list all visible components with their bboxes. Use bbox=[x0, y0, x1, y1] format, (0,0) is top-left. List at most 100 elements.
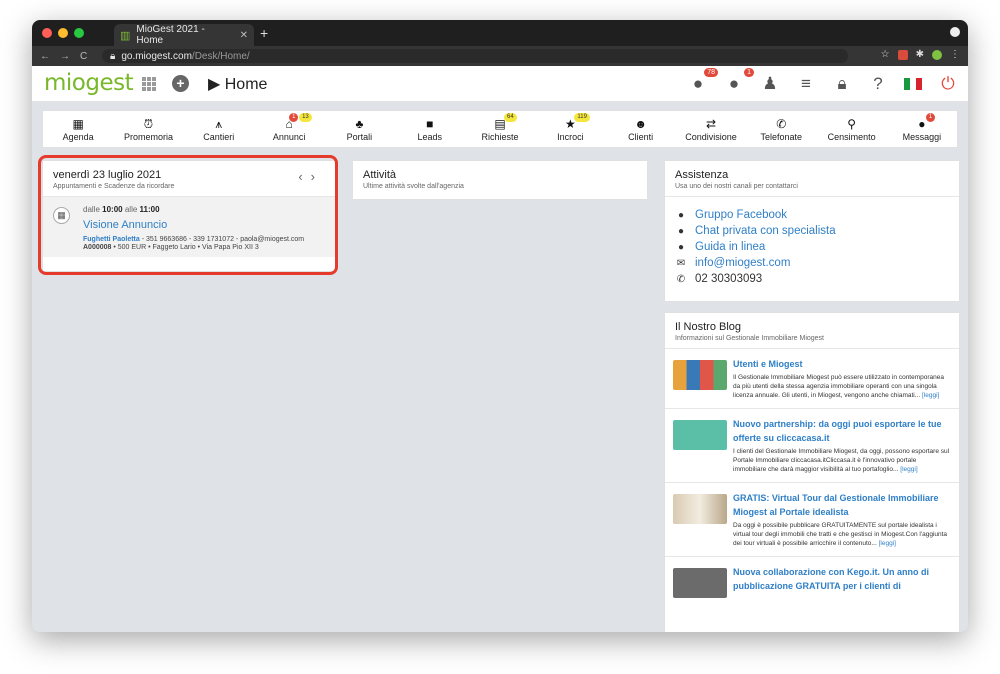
user-icon[interactable]: ♟ bbox=[760, 74, 780, 94]
support-header: Assistenza Usa uno dei nostri canali per… bbox=[665, 161, 959, 197]
activity-subtitle: Ultime attività svolte dall'agenzia bbox=[363, 183, 464, 190]
read-more-link[interactable]: [leggi] bbox=[922, 392, 939, 399]
map-pin-icon: ⚲ bbox=[847, 116, 856, 131]
activity-title: Attività bbox=[363, 169, 397, 181]
envelope-icon: ✉ bbox=[676, 257, 686, 269]
blog-post: GRATIS: Virtual Tour dal Gestionale Immo… bbox=[665, 483, 959, 557]
nav-label: Telefonate bbox=[760, 131, 803, 142]
support-subtitle: Usa uno dei nostri canali per contattarc… bbox=[675, 183, 798, 190]
annunci-yellow-badge: 13 bbox=[299, 113, 312, 122]
url-field[interactable]: 🔒︎ go.miogest.com/Desk/Home/ bbox=[102, 49, 848, 63]
new-tab-button[interactable]: + bbox=[260, 25, 268, 41]
account-icon[interactable] bbox=[932, 49, 942, 60]
blog-subtitle: Informazioni sul Gestionale Immobiliare … bbox=[675, 335, 825, 342]
nav-leads[interactable]: ■ Leads bbox=[395, 111, 465, 147]
nav-label: Annunci bbox=[272, 131, 306, 142]
reload-icon[interactable]: C bbox=[80, 51, 87, 62]
maximize-window-button[interactable] bbox=[74, 28, 84, 38]
incroci-badge: 119 bbox=[574, 113, 590, 122]
chat-icon: ● bbox=[918, 116, 926, 131]
read-more-link[interactable]: [leggi] bbox=[900, 466, 917, 473]
url-host: go.miogest.com bbox=[121, 50, 192, 62]
browser-tab[interactable]: ▥ MioGest 2021 - Home ✕ bbox=[114, 24, 254, 46]
nav-label: Incroci bbox=[557, 131, 584, 142]
nav-agenda[interactable]: ▦ Agenda bbox=[43, 111, 113, 147]
chat-icon[interactable]: ● 1 bbox=[724, 68, 754, 94]
post-title-link[interactable]: Nuovo partnership: da oggi puoi esportar… bbox=[733, 417, 951, 445]
menu-dots-icon[interactable]: ⋮ bbox=[950, 49, 960, 60]
blog-title: Il Nostro Blog bbox=[675, 321, 742, 333]
apps-grid-icon[interactable] bbox=[142, 77, 156, 91]
post-title-link[interactable]: GRATIS: Virtual Tour dal Gestionale Immo… bbox=[733, 491, 951, 519]
alarm-clock-icon: ⏰︎ bbox=[143, 116, 154, 131]
bookmark-star-icon[interactable]: ☆ bbox=[881, 49, 890, 60]
post-title-link[interactable]: Utenti e Miogest bbox=[733, 357, 951, 371]
nav-cantieri[interactable]: ⩚ Cantieri bbox=[184, 111, 254, 147]
support-guide-link[interactable]: ● Guida in linea bbox=[675, 239, 949, 255]
activity-panel: Attività Ultime attività svolte dall'age… bbox=[352, 160, 648, 200]
lock-icon[interactable]: 🔒︎ bbox=[832, 74, 852, 94]
read-more-link[interactable]: [leggi] bbox=[879, 540, 896, 547]
header-icons: ● 78 ● 1 ♟ ≡ 🔒︎ ? ⏻ bbox=[688, 68, 958, 94]
post-thumbnail[interactable] bbox=[673, 360, 727, 390]
post-thumbnail[interactable] bbox=[673, 494, 727, 524]
chat-bubbles-icon: ● bbox=[677, 225, 685, 237]
support-title: Assistenza bbox=[675, 169, 729, 181]
nav-telefonate[interactable]: ✆ Telefonate bbox=[746, 111, 816, 147]
nav-richieste[interactable]: ▤ 64 Richieste bbox=[465, 111, 535, 147]
puzzle-icon[interactable]: ✱ bbox=[916, 49, 924, 60]
support-list: ● Gruppo Facebook ● Chat privata con speci… bbox=[665, 197, 959, 297]
nav-promemoria[interactable]: ⏰︎ Promemoria bbox=[113, 111, 183, 147]
extension-icon[interactable] bbox=[897, 49, 908, 60]
calendar-icon: ▦ bbox=[72, 116, 84, 131]
activity-header: Attività Ultime attività svolte dall'age… bbox=[353, 161, 647, 196]
notifications-bulb-icon[interactable]: ● 78 bbox=[688, 68, 718, 94]
nav-annunci[interactable]: ⌂ 1 13 Annunci bbox=[254, 111, 324, 147]
profile-icon[interactable] bbox=[950, 27, 960, 37]
nav-label: Messaggi bbox=[902, 131, 942, 142]
facebook-icon: ● bbox=[677, 209, 685, 221]
power-icon[interactable]: ⏻ bbox=[938, 74, 958, 94]
forward-icon[interactable]: → bbox=[60, 51, 70, 62]
post-title-link[interactable]: Nuova collaborazione con Kego.it. Un ann… bbox=[733, 565, 951, 593]
app-header: miogest + ▶ Home ● 78 ● 1 ♟ ≡ 🔒︎ ? ⏻ bbox=[32, 66, 968, 102]
messaggi-badge: 1 bbox=[925, 113, 936, 122]
back-icon[interactable]: ← bbox=[40, 51, 50, 62]
help-icon: ● bbox=[677, 241, 685, 253]
post-thumbnail[interactable] bbox=[673, 568, 727, 598]
nav-censimento[interactable]: ⚲ Censimento bbox=[816, 111, 886, 147]
nav-incroci[interactable]: ★ 119 Incroci bbox=[535, 111, 605, 147]
support-chat-link[interactable]: ● Chat privata con specialista bbox=[675, 223, 949, 239]
nav-condivisione[interactable]: ⇄ Condivisione bbox=[676, 111, 746, 147]
blog-panel: Il Nostro Blog Informazioni sul Gestiona… bbox=[664, 312, 960, 632]
nav-messaggi[interactable]: ● 1 Messaggi bbox=[887, 111, 957, 147]
post-thumbnail[interactable] bbox=[673, 420, 727, 450]
page-title: ▶ Home bbox=[208, 76, 268, 93]
highlight-box bbox=[38, 155, 338, 275]
miogest-favicon-icon: ▥ bbox=[120, 29, 131, 42]
phone-icon: ✆ bbox=[776, 116, 787, 131]
minimize-window-button[interactable] bbox=[58, 28, 68, 38]
add-icon[interactable]: + bbox=[172, 75, 189, 92]
support-panel: Assistenza Usa uno dei nostri canali per… bbox=[664, 160, 960, 302]
browser-window: ▥ MioGest 2021 - Home ✕ + ← → C 🔒︎ go.mi… bbox=[32, 20, 968, 632]
italian-flag-icon[interactable] bbox=[904, 78, 922, 90]
chat-badge: 1 bbox=[744, 68, 754, 77]
close-window-button[interactable] bbox=[42, 28, 52, 38]
users-icon: ☻ bbox=[634, 116, 647, 131]
window-controls bbox=[42, 28, 84, 38]
nav-portali[interactable]: ♣ Portali bbox=[324, 111, 394, 147]
nav-label: Condivisione bbox=[685, 131, 737, 142]
support-email-link[interactable]: ✉ info@miogest.com bbox=[675, 255, 949, 271]
post-excerpt: Da oggi è possibile pubblicare GRATUITAM… bbox=[733, 522, 948, 547]
settings-sliders-icon[interactable]: ≡ bbox=[796, 74, 816, 94]
blog-post: Nuovo partnership: da oggi puoi esportar… bbox=[665, 409, 959, 483]
close-tab-icon[interactable]: ✕ bbox=[240, 30, 248, 41]
extensions: ☆ ✱ ⋮ bbox=[881, 49, 960, 60]
miogest-logo[interactable]: miogest bbox=[44, 70, 134, 96]
phone-icon: ✆ bbox=[676, 273, 686, 285]
support-facebook-link[interactable]: ● Gruppo Facebook bbox=[675, 207, 949, 223]
nav-clienti[interactable]: ☻ Clienti bbox=[606, 111, 676, 147]
nav-label: Leads bbox=[417, 131, 442, 142]
help-icon[interactable]: ? bbox=[868, 74, 888, 94]
